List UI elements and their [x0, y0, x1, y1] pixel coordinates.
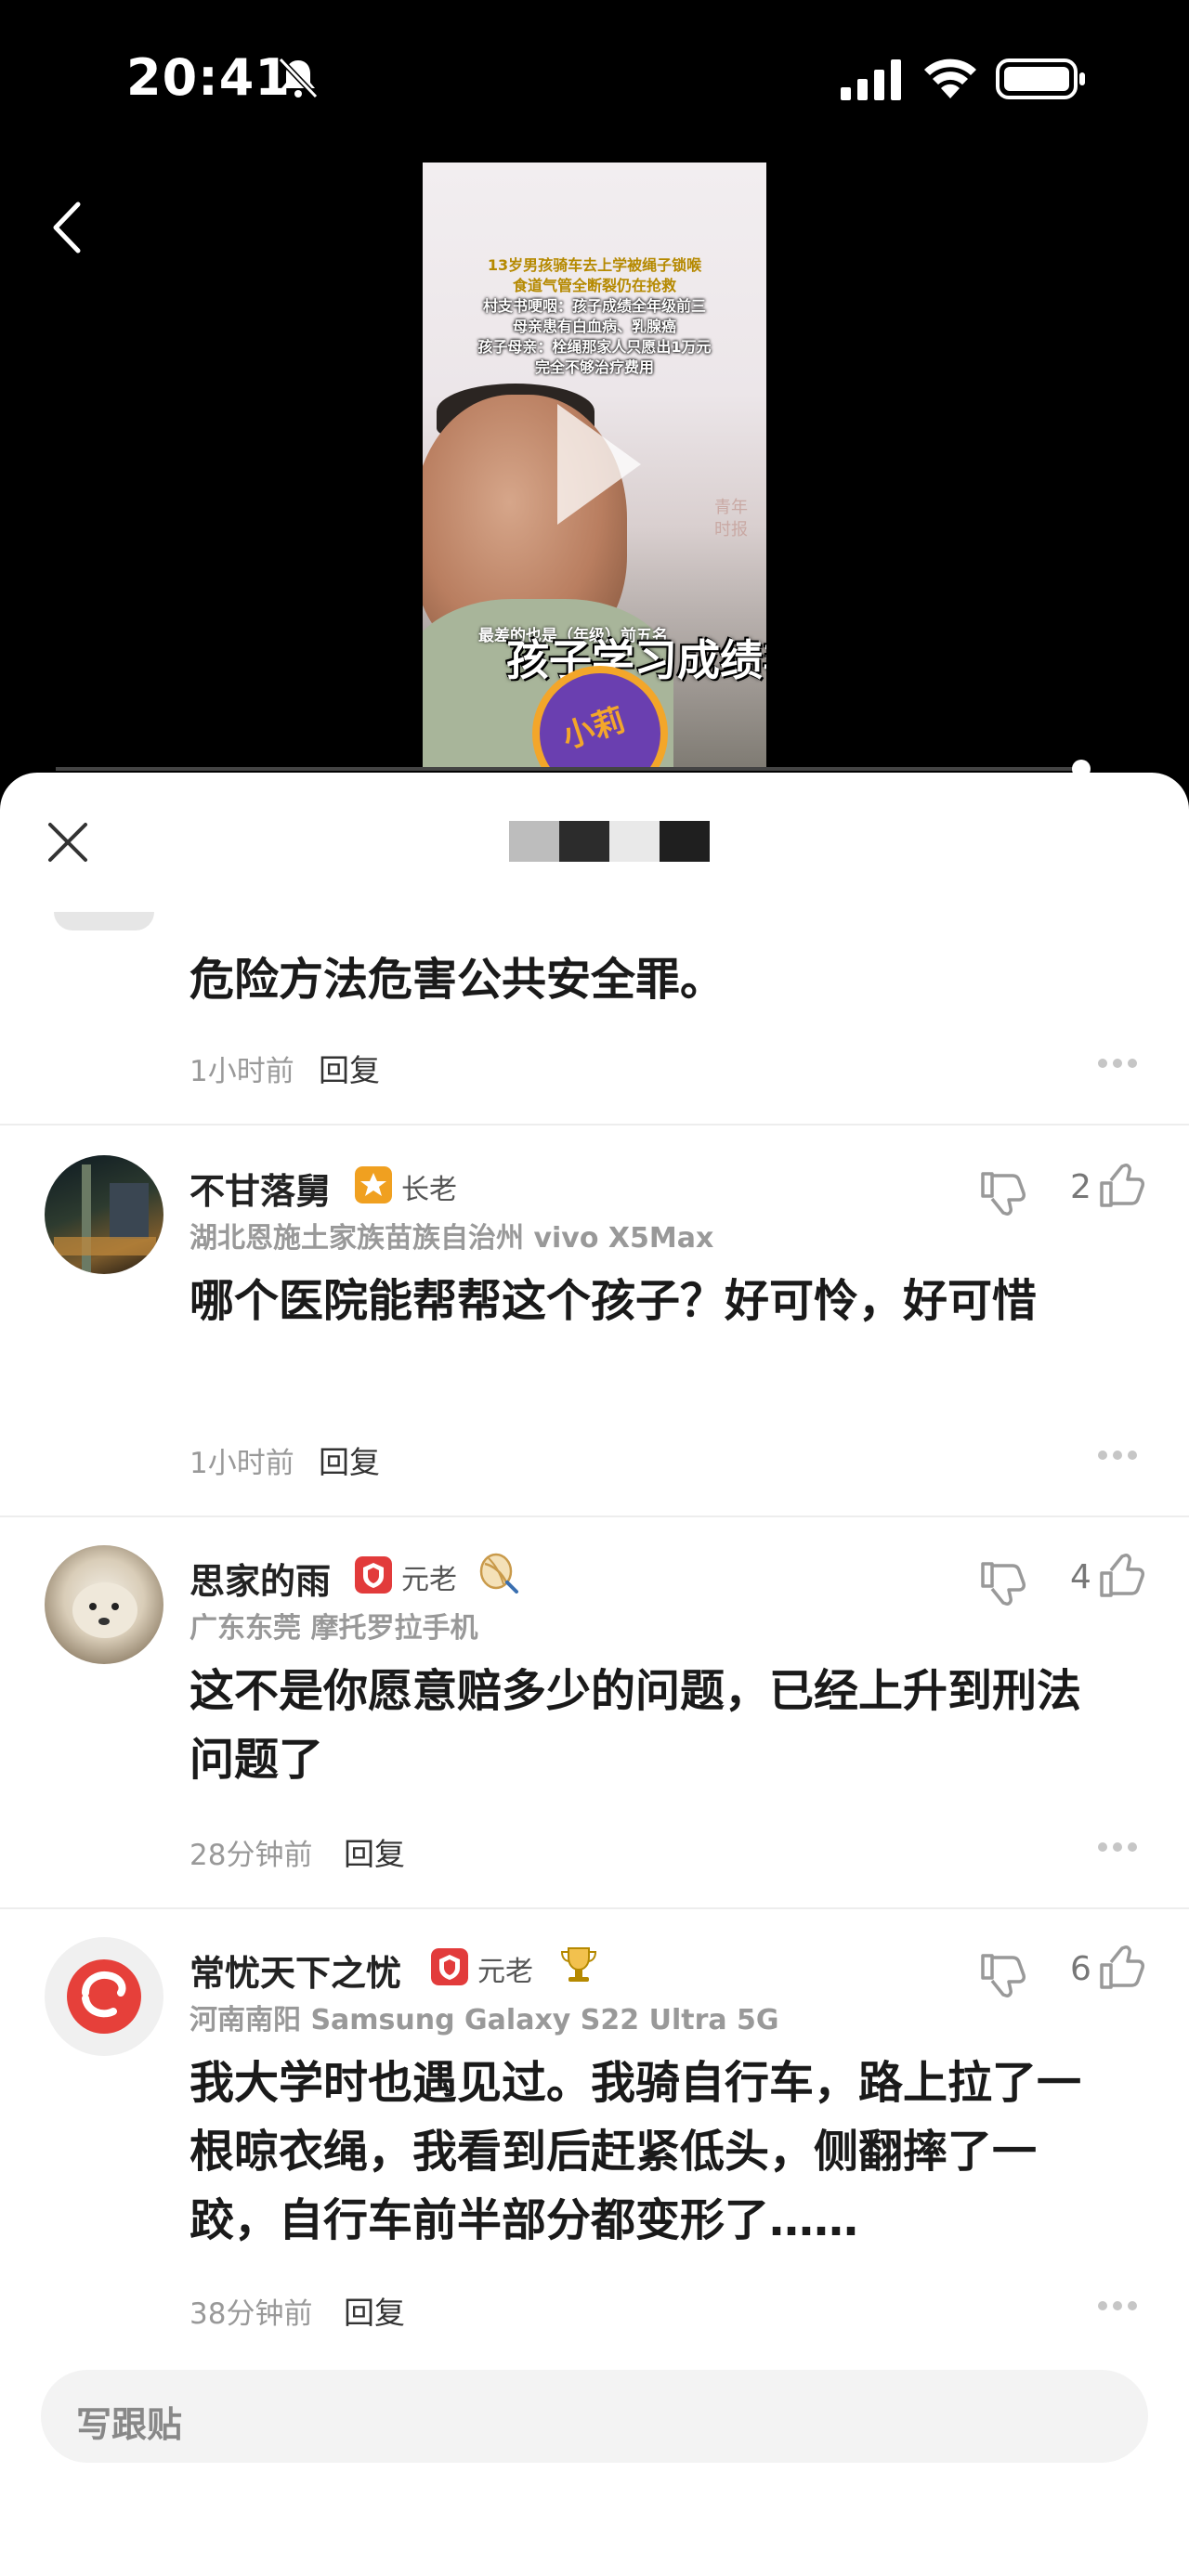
level-label: 元老	[401, 1564, 457, 1596]
divider	[0, 1516, 1189, 1517]
netease-logo-icon	[67, 1959, 141, 2034]
divider	[0, 1907, 1189, 1909]
comment-username[interactable]: 思家的雨	[189, 1553, 331, 1604]
level-badge-icon	[355, 1556, 392, 1594]
back-button[interactable]	[43, 195, 98, 260]
dislike-icon[interactable]	[979, 1168, 1027, 1216]
comment-location: 河南南阳 Samsung Galaxy S22 Ultra 5G	[189, 2004, 779, 2036]
reply-button[interactable]: 回复	[344, 2288, 405, 2333]
sheet-title-redacted	[509, 810, 713, 865]
comment-content: 我大学时也遇见过。我骑自行车，路上拉了一根晾衣绳，我看到后赶紧低头，侧翻摔了一跤…	[189, 2057, 1082, 2246]
like-count: 6	[1070, 1950, 1091, 1988]
video-caption-line: 13岁男孩骑车去上学被绳子锁喉	[487, 256, 702, 274]
status-time: 20:41	[126, 48, 291, 107]
followup-placeholder: 写跟贴	[76, 2404, 183, 2445]
video-caption-line: 村支书哽咽：孩子成绩全年级前三	[482, 297, 706, 315]
reply-button[interactable]: 回复	[319, 1438, 380, 1482]
dislike-icon[interactable]	[979, 1558, 1027, 1607]
more-icon[interactable]	[1096, 1057, 1139, 1070]
level-label: 元老	[477, 1956, 533, 1988]
play-icon[interactable]	[539, 395, 650, 534]
level-badge-icon	[431, 1948, 468, 1985]
video-caption-line: 食道气管全断裂仍在抢救	[512, 277, 676, 294]
comment-content: 哪个医院能帮帮这个孩子？好可怜，好可惜	[189, 1275, 1038, 1327]
followup-input[interactable]: 写跟贴	[41, 2370, 1148, 2463]
video-caption-line: 完全不够治疗费用	[534, 358, 654, 376]
more-icon[interactable]	[1096, 1841, 1139, 1854]
signal-icon	[841, 59, 901, 100]
avatar[interactable]	[45, 1937, 163, 2056]
trophy-icon	[560, 1947, 597, 1982]
like-icon[interactable]	[1098, 1553, 1146, 1601]
bell-muted-icon	[278, 57, 319, 99]
reply-button[interactable]: 回复	[344, 1829, 405, 1874]
comment-time: 1小时前	[189, 1055, 294, 1088]
battery-icon	[996, 59, 1085, 99]
video-caption: 13岁男孩骑车去上学被绳子锁喉 食道气管全断裂仍在抢救 村支书哽咽：孩子成绩全年…	[423, 255, 766, 378]
level-badge-icon	[355, 1166, 392, 1203]
level-label: 长老	[401, 1174, 457, 1206]
comment-time: 28分钟前	[189, 1839, 313, 1872]
wifi-icon	[924, 59, 976, 98]
comment-time: 38分钟前	[189, 2297, 313, 2331]
comment-time: 1小时前	[189, 1447, 294, 1480]
comment-username[interactable]: 常忧天下之忧	[189, 1945, 401, 1996]
like-count: 2	[1070, 1168, 1091, 1206]
comment-location: 湖北恩施土家族苗族自治州 vivo X5Max	[189, 1222, 714, 1255]
like-icon[interactable]	[1098, 1163, 1146, 1211]
more-icon[interactable]	[1096, 1449, 1139, 1462]
status-bar: 20:41	[0, 0, 1189, 149]
video-player[interactable]: 13岁男孩骑车去上学被绳子锁喉 食道气管全断裂仍在抢救 村支书哽咽：孩子成绩全年…	[423, 163, 766, 771]
video-watermark: 青年时报	[714, 498, 748, 540]
comment-content: 危险方法危害公共安全罪。	[189, 954, 725, 1006]
video-caption-line: 母亲患有白血病、乳腺癌	[512, 318, 676, 335]
comment-sheet: 危险方法危害公共安全罪。 1小时前 回复 不甘落舅 长老 湖北恩施土家族苗族自治…	[0, 773, 1189, 2576]
close-icon[interactable]	[45, 819, 91, 865]
more-icon[interactable]	[1096, 2299, 1139, 2312]
like-icon[interactable]	[1098, 1945, 1146, 1993]
like-count: 4	[1070, 1558, 1091, 1596]
dislike-icon[interactable]	[979, 1950, 1027, 1998]
video-progress-track[interactable]	[56, 767, 1087, 771]
comment-username[interactable]: 不甘落舅	[189, 1163, 331, 1214]
comment-content: 这不是你愿意赔多少的问题，已经上升到刑法问题了	[189, 1665, 1082, 1786]
comment-location: 广东东莞 摩托罗拉手机	[189, 1612, 478, 1645]
video-caption-line: 孩子母亲：栓绳那家人只愿出1万元	[477, 338, 712, 356]
medal-icon	[479, 1553, 518, 1594]
avatar[interactable]	[45, 1155, 163, 1274]
avatar[interactable]	[45, 1545, 163, 1664]
reply-button[interactable]: 回复	[319, 1046, 380, 1090]
divider	[0, 1124, 1189, 1125]
avatar[interactable]	[54, 912, 154, 930]
